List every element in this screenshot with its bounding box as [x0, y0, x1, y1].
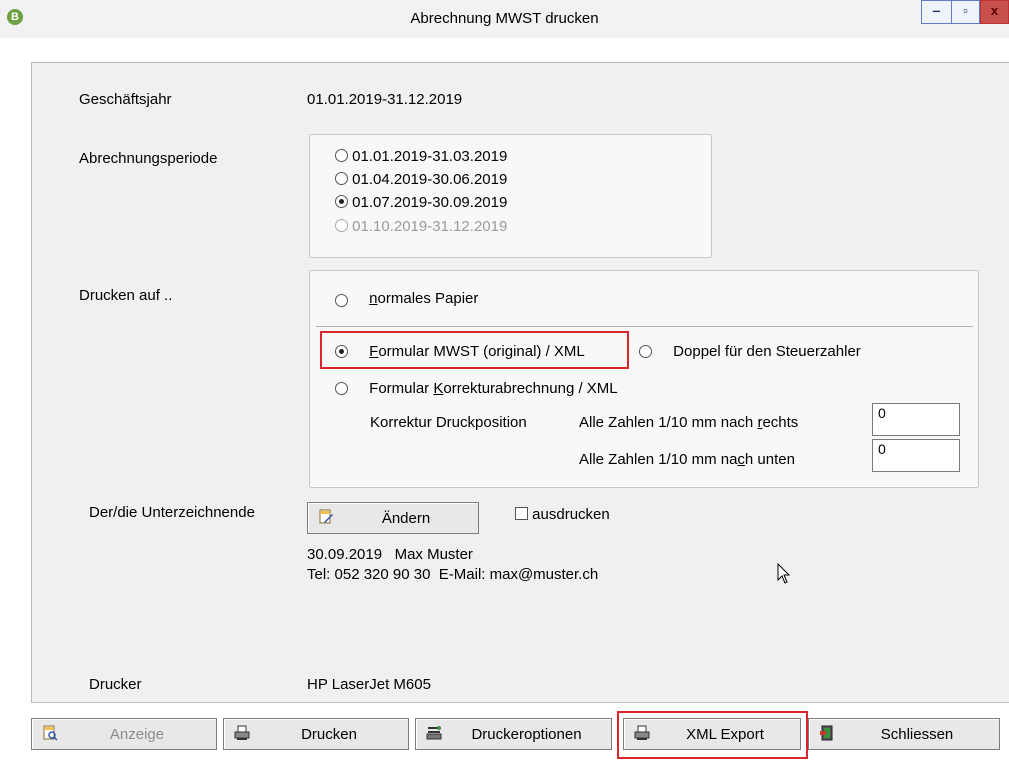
drucken-label: Drucken — [301, 726, 357, 743]
unterzeichnende-label: Der/die Unterzeichnende — [89, 504, 255, 521]
title-bar: B Abrechnung MWST drucken ‒ ▫ x — [0, 0, 1009, 38]
window-title: Abrechnung MWST drucken — [410, 10, 599, 27]
korrektur-druckposition-label: Korrektur Druckposition — [370, 414, 527, 431]
periode-option-label: 01.01.2019-31.03.2019 — [352, 148, 508, 165]
periode-option-3[interactable]: 01.07.2019-30.09.2019 — [335, 194, 507, 211]
radio-icon — [335, 172, 348, 185]
normales-papier-label: normales Papier — [369, 290, 479, 307]
drucken-button[interactable]: Drucken — [223, 718, 409, 750]
option-korrekturabrechnung[interactable]: Formular Korrekturabrechnung / XML — [335, 380, 618, 397]
printer-icon — [234, 725, 250, 740]
periode-option-2[interactable]: 01.04.2019-30.06.2019 — [335, 171, 507, 188]
maximize-button[interactable]: ▫ — [951, 0, 980, 24]
drucker-label: Drucker — [89, 676, 142, 693]
rechts-label: Alle Zahlen 1/10 mm nach rechts — [579, 414, 799, 431]
radio-icon — [335, 382, 348, 395]
drucker-value: HP LaserJet M605 — [307, 676, 431, 693]
ausdrucken-label: ausdrucken — [532, 506, 610, 523]
preview-icon — [43, 725, 58, 741]
schliessen-button[interactable]: Schliessen — [808, 718, 1000, 750]
druckeroptionen-button[interactable]: Druckeroptionen — [415, 718, 612, 750]
printer-settings-icon — [426, 726, 442, 740]
rechts-input[interactable]: 0 — [872, 403, 960, 436]
druckeroptionen-label: Druckeroptionen — [471, 726, 582, 743]
radio-selected-icon — [335, 345, 348, 358]
aendern-button[interactable]: Ändern — [307, 502, 479, 534]
unten-input[interactable]: 0 — [872, 439, 960, 472]
periode-option-4: 01.10.2019-31.12.2019 — [335, 218, 507, 235]
radio-icon — [335, 294, 348, 307]
minimize-button[interactable]: ‒ — [921, 0, 951, 24]
option-formular-mwst[interactable]: Formular MWST (original) / XML — [335, 343, 585, 360]
close-icon: x — [990, 3, 999, 18]
radio-icon — [335, 149, 348, 162]
geschaeftsjahr-value: 01.01.2019-31.12.2019 — [307, 91, 463, 108]
doppel-label: Doppel für den Steuerzahler — [673, 343, 861, 360]
periode-option-label: 01.10.2019-31.12.2019 — [352, 218, 508, 235]
edit-document-icon — [319, 509, 333, 524]
signer-info-line2: Tel: 052 320 90 30 E-Mail: max@muster.ch — [307, 566, 599, 583]
periode-option-1[interactable]: 01.01.2019-31.03.2019 — [335, 148, 507, 165]
unten-label: Alle Zahlen 1/10 mm nach unten — [579, 451, 795, 468]
abrechnungsperiode-label: Abrechnungsperiode — [79, 150, 218, 167]
divider — [316, 326, 973, 327]
ausdrucken-checkbox[interactable]: ausdrucken — [515, 506, 610, 523]
drucken-auf-label: Drucken auf .. — [79, 287, 173, 304]
anzeige-label: Anzeige — [109, 726, 165, 743]
aendern-label: Ändern — [381, 510, 431, 527]
periode-option-label: 01.04.2019-30.06.2019 — [352, 171, 508, 188]
signer-info-line1: 30.09.2019 Max Muster — [307, 546, 473, 563]
close-button[interactable]: x — [980, 0, 1009, 24]
checkbox-icon — [515, 507, 528, 520]
schliessen-label: Schliessen — [880, 726, 954, 743]
highlight-box — [617, 711, 808, 759]
radio-icon — [335, 219, 348, 232]
maximize-icon: ▫ — [963, 3, 968, 18]
anzeige-button[interactable]: Anzeige — [31, 718, 217, 750]
minimize-icon: ‒ — [932, 3, 941, 18]
option-normales-papier[interactable]: normales Papier — [335, 290, 478, 307]
exit-door-icon — [820, 725, 833, 741]
periode-option-label: 01.07.2019-30.09.2019 — [352, 194, 508, 211]
radio-selected-icon — [335, 195, 348, 208]
geschaeftsjahr-label: Geschäftsjahr — [79, 91, 172, 108]
option-doppel[interactable]: Doppel für den Steuerzahler — [639, 343, 861, 360]
formular-mwst-label: Formular MWST (original) / XML — [369, 343, 585, 360]
korrekturabrechnung-label: Formular Korrekturabrechnung / XML — [369, 380, 618, 397]
mouse-cursor-icon — [777, 563, 791, 584]
radio-icon — [639, 345, 652, 358]
